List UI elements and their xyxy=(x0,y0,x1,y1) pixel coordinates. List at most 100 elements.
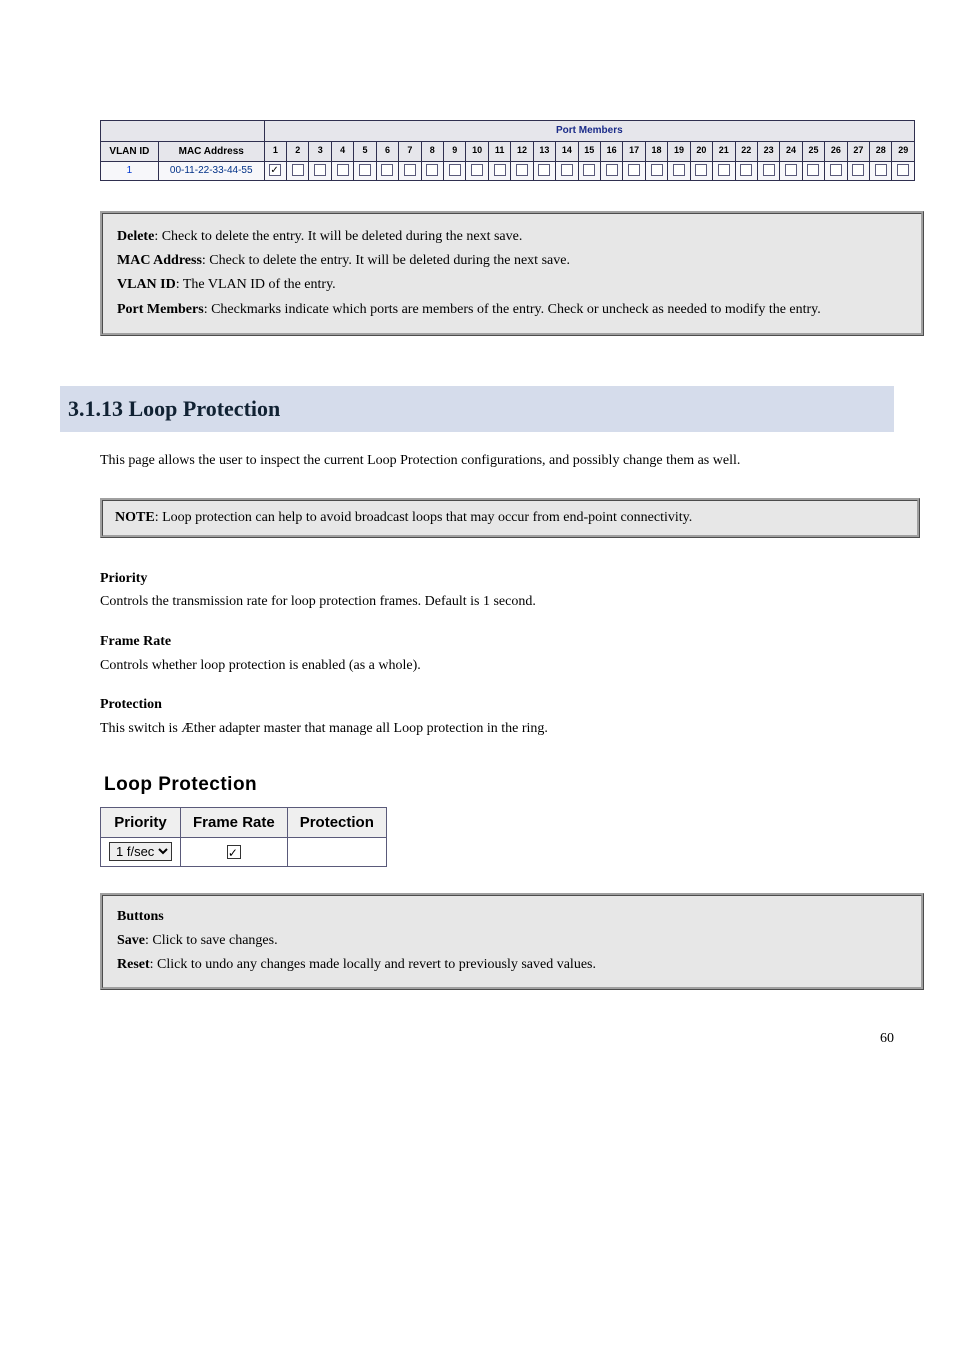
mac-port-header: 4 xyxy=(331,141,353,162)
term-delete-desc: : Check to delete the entry. It will be … xyxy=(154,229,522,244)
framerate-checkbox[interactable] xyxy=(227,845,241,859)
mac-port-checkbox[interactable] xyxy=(314,164,326,176)
mac-port-checkbox[interactable] xyxy=(606,164,618,176)
mac-port-header: 24 xyxy=(780,141,802,162)
mac-definition-box: Delete: Check to delete the entry. It wi… xyxy=(100,211,924,337)
mac-port-header: 27 xyxy=(847,141,869,162)
mac-port-header: 19 xyxy=(668,141,690,162)
priority-select[interactable]: 1 f/sec xyxy=(109,842,172,861)
mac-port-header: 26 xyxy=(825,141,847,162)
mac-port-checkbox[interactable] xyxy=(292,164,304,176)
buttons-label: Buttons xyxy=(117,909,164,924)
mac-port-header: 5 xyxy=(354,141,376,162)
parameter-descriptions: Priority Controls the transmission rate … xyxy=(100,568,854,740)
section-heading-loop-protection: 3.1.13 Loop Protection xyxy=(60,386,894,432)
mac-port-checkbox[interactable] xyxy=(875,164,887,176)
param-framerate-body: Controls whether loop protection is enab… xyxy=(100,655,854,677)
lp-col-framerate: Frame Rate xyxy=(181,808,288,838)
mac-port-checkbox[interactable] xyxy=(516,164,528,176)
term-delete: Delete xyxy=(117,229,154,244)
mac-port-checkbox[interactable] xyxy=(404,164,416,176)
note-text: : Loop protection can help to avoid broa… xyxy=(155,510,693,525)
mac-port-header: 21 xyxy=(713,141,735,162)
mac-port-header: 16 xyxy=(600,141,622,162)
mac-port-header: 22 xyxy=(735,141,757,162)
buttons-box: Buttons Save: Click to save changes. Res… xyxy=(100,893,924,990)
subterm-vlanid-desc: : The VLAN ID of the entry. xyxy=(176,277,336,292)
mac-port-checkbox[interactable] xyxy=(763,164,775,176)
mac-table-blank-header xyxy=(101,121,265,142)
mac-port-header: 6 xyxy=(376,141,398,162)
lp-col-protection: Protection xyxy=(287,808,386,838)
mac-table-row: 1 00-11-22-33-44-55 xyxy=(101,162,915,181)
mac-port-checkbox[interactable] xyxy=(494,164,506,176)
mac-port-checkbox[interactable] xyxy=(381,164,393,176)
mac-port-header: 28 xyxy=(870,141,892,162)
mac-port-header: 12 xyxy=(511,141,533,162)
mac-port-checkbox[interactable] xyxy=(449,164,461,176)
param-protection-body: This switch is Æther adapter master that… xyxy=(100,718,854,740)
mac-port-checkbox[interactable] xyxy=(359,164,371,176)
term-macaddress: MAC Address xyxy=(117,253,202,268)
loop-protection-panel: Loop Protection Priority Frame Rate Prot… xyxy=(100,770,894,867)
mac-port-header: 10 xyxy=(466,141,488,162)
mac-port-header: 13 xyxy=(533,141,555,162)
subterm-vlanid: VLAN ID xyxy=(117,277,176,292)
mac-port-header: 11 xyxy=(488,141,510,162)
mac-table-col-mac: MAC Address xyxy=(158,141,264,162)
mac-port-checkbox[interactable] xyxy=(471,164,483,176)
subterm-portmembers: Port Members xyxy=(117,302,204,317)
mac-port-checkbox[interactable] xyxy=(628,164,640,176)
mac-port-header: 14 xyxy=(556,141,578,162)
term-macaddress-desc: : Check to delete the entry. It will be … xyxy=(202,253,570,268)
page-number: 60 xyxy=(880,1028,894,1050)
mac-port-checkbox[interactable] xyxy=(830,164,842,176)
mac-table-col-vlanid: VLAN ID xyxy=(101,141,159,162)
mac-row-vlanid: 1 xyxy=(101,162,159,181)
mac-port-header: 23 xyxy=(757,141,779,162)
mac-port-header: 18 xyxy=(645,141,667,162)
mac-port-checkbox[interactable] xyxy=(583,164,595,176)
mac-table-screenshot: Port Members VLAN ID MAC Address 1 2 3 4… xyxy=(100,120,915,181)
param-framerate-head: Frame Rate xyxy=(100,631,854,653)
mac-port-header: 7 xyxy=(399,141,421,162)
mac-port-checkbox[interactable] xyxy=(673,164,685,176)
note-box: NOTE: Loop protection can help to avoid … xyxy=(100,498,920,538)
mac-port-header: 8 xyxy=(421,141,443,162)
lp-col-priority: Priority xyxy=(101,808,181,838)
lp-data-row: 1 f/sec xyxy=(101,838,387,866)
mac-port-checkbox[interactable] xyxy=(695,164,707,176)
mac-port-checkbox[interactable] xyxy=(426,164,438,176)
reset-button-desc: : Click to undo any changes made locally… xyxy=(150,957,596,972)
param-priority-body: Controls the transmission rate for loop … xyxy=(100,591,854,613)
mac-port-header: 9 xyxy=(444,141,466,162)
mac-port-header: 15 xyxy=(578,141,600,162)
mac-port-checkbox[interactable] xyxy=(538,164,550,176)
mac-port-header: 17 xyxy=(623,141,645,162)
mac-port-checkbox[interactable] xyxy=(269,164,281,176)
mac-table-port-members-header: Port Members xyxy=(264,121,914,142)
mac-port-checkbox[interactable] xyxy=(852,164,864,176)
mac-port-checkbox[interactable] xyxy=(651,164,663,176)
mac-port-checkbox[interactable] xyxy=(897,164,909,176)
mac-port-checkbox[interactable] xyxy=(785,164,797,176)
mac-port-checkbox[interactable] xyxy=(807,164,819,176)
param-priority-head: Priority xyxy=(100,568,854,590)
mac-port-header: 2 xyxy=(287,141,309,162)
param-protection-head: Protection xyxy=(100,694,854,716)
reset-button-name: Reset xyxy=(117,957,150,972)
mac-port-header: 3 xyxy=(309,141,331,162)
mac-port-members-table: Port Members VLAN ID MAC Address 1 2 3 4… xyxy=(100,120,915,181)
save-button-desc: : Click to save changes. xyxy=(145,933,278,948)
mac-port-checkbox[interactable] xyxy=(740,164,752,176)
mac-port-checkbox[interactable] xyxy=(337,164,349,176)
note-label: NOTE xyxy=(115,510,155,525)
mac-port-checkbox[interactable] xyxy=(718,164,730,176)
mac-port-checkbox[interactable] xyxy=(561,164,573,176)
subterm-portmembers-desc: : Checkmarks indicate which ports are me… xyxy=(204,302,821,317)
mac-port-header: 25 xyxy=(802,141,824,162)
loop-protection-table: Priority Frame Rate Protection 1 f/sec xyxy=(100,807,387,867)
mac-port-header: 20 xyxy=(690,141,712,162)
mac-port-header: 1 xyxy=(264,141,286,162)
mac-row-address: 00-11-22-33-44-55 xyxy=(158,162,264,181)
